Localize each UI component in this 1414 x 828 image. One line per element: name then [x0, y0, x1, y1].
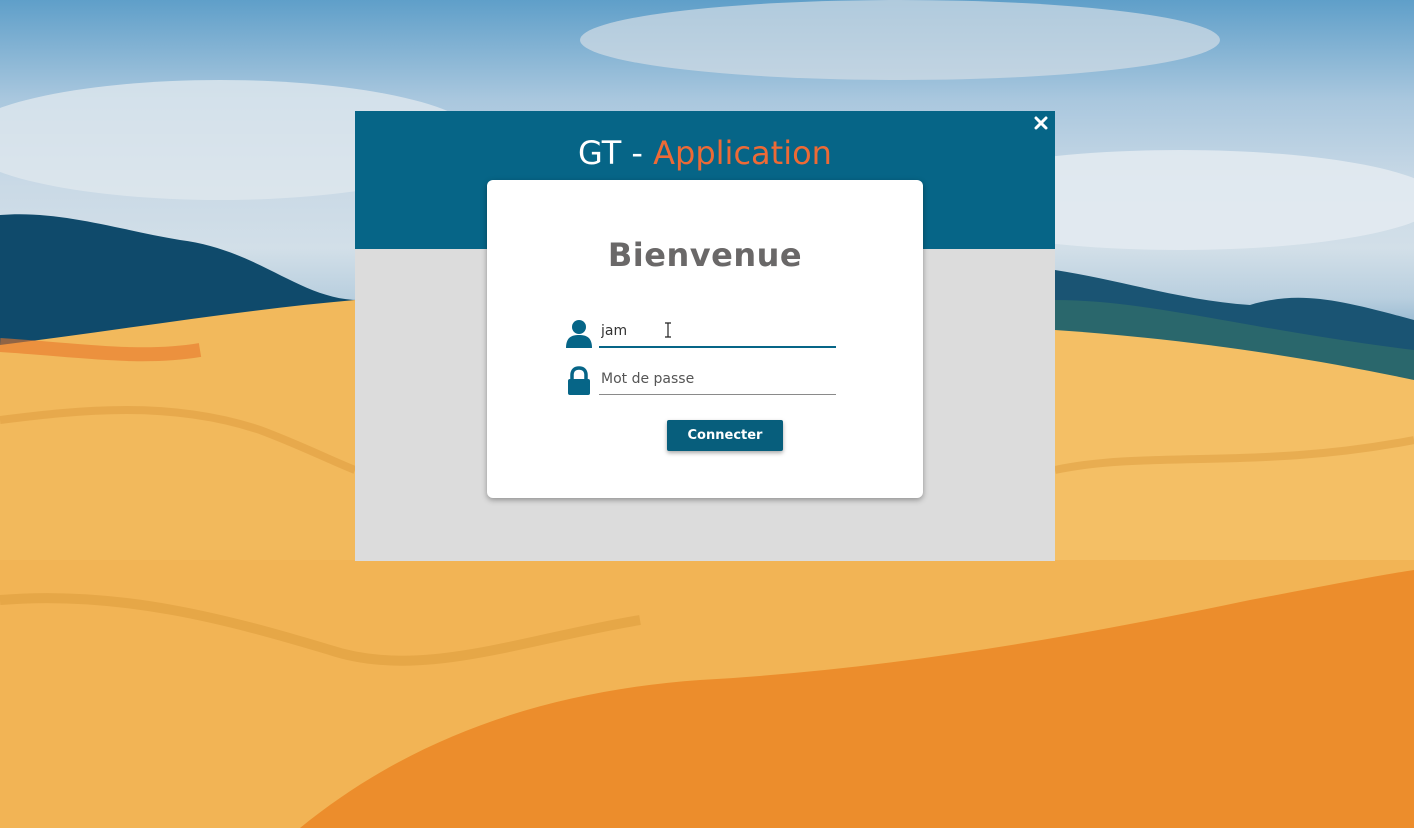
password-input[interactable]	[599, 364, 836, 394]
text-cursor-icon	[665, 322, 671, 338]
lock-icon	[568, 366, 590, 395]
username-underline	[599, 346, 836, 348]
user-icon	[566, 320, 592, 348]
title-prefix: GT -	[578, 134, 654, 172]
password-underline	[599, 394, 836, 395]
close-button[interactable]	[1033, 115, 1049, 131]
login-dialog: GT - Application Bienvenue jam Connecter	[355, 111, 1055, 561]
username-input[interactable]	[599, 316, 836, 346]
close-icon	[1034, 116, 1048, 130]
connect-button[interactable]: Connecter	[667, 420, 783, 451]
password-row	[564, 364, 836, 398]
login-card: Bienvenue Connecte	[487, 180, 923, 498]
dialog-title: GT - Application	[355, 133, 1055, 173]
title-accent: Application	[653, 134, 832, 172]
welcome-heading: Bienvenue	[607, 236, 803, 274]
desktop-background: GT - Application Bienvenue jam Connecter	[0, 0, 1414, 828]
username-row	[564, 316, 836, 350]
